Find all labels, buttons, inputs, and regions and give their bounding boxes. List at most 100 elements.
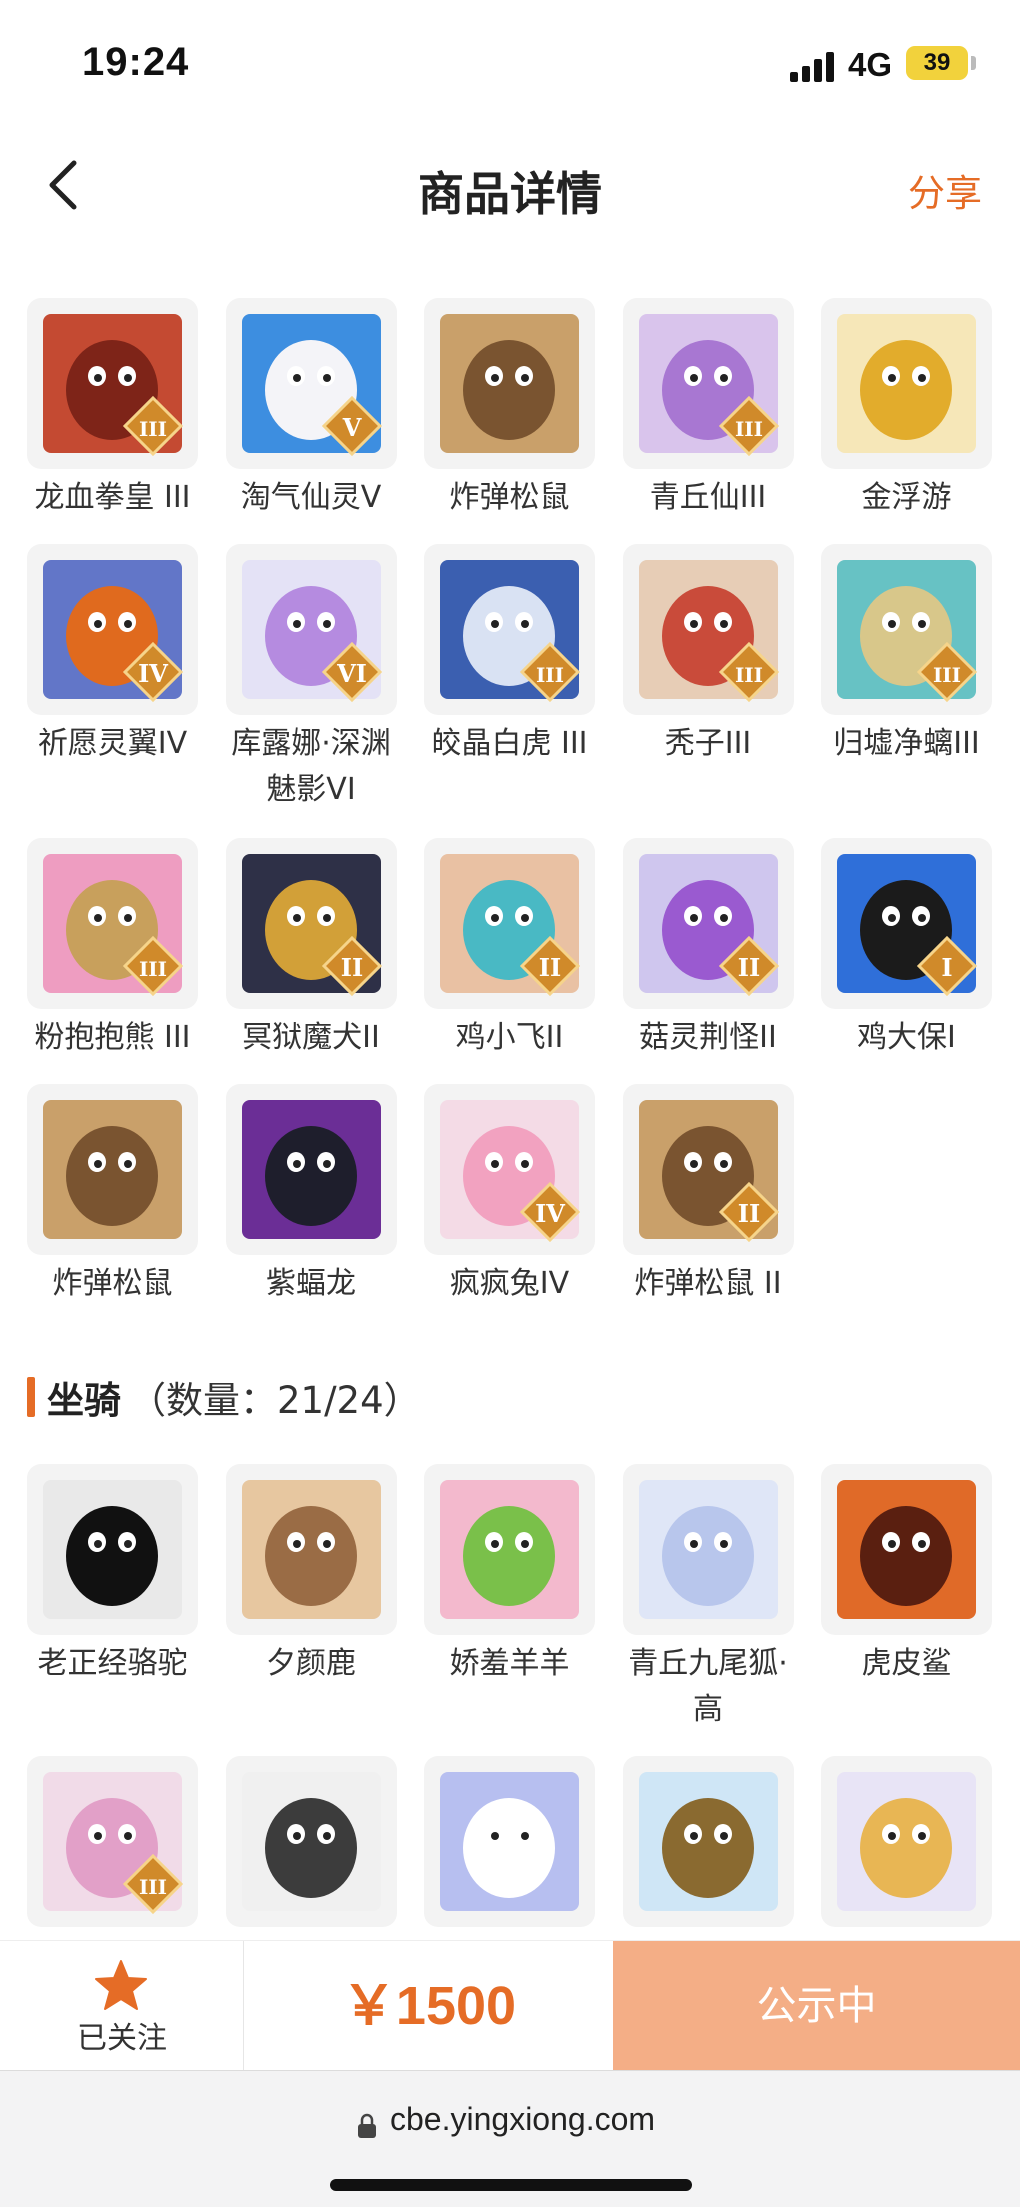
item-artwork-icon — [837, 314, 976, 453]
item-thumbnail — [225, 1464, 397, 1635]
rank-badge: III — [933, 663, 961, 687]
item-artwork-icon: II — [638, 854, 779, 997]
rank-badge: I — [941, 953, 952, 982]
item-thumbnail: III — [424, 544, 595, 715]
item-thumbnail — [27, 1084, 198, 1255]
skin-tile[interactable]: II 菇灵荆怪II — [622, 838, 794, 1061]
network-type: 4G — [848, 46, 893, 83]
url-text: cbe.yingxiong.com — [390, 2101, 656, 2137]
item-label: 炸弹松鼠 — [449, 480, 570, 515]
rank-badge: IV — [535, 1199, 565, 1228]
item-artwork-icon: III — [43, 1772, 184, 1915]
item-label: 青丘仙III — [649, 480, 767, 515]
mount-tile[interactable] — [424, 1756, 595, 1927]
item-artwork-icon — [43, 1100, 182, 1239]
section-accent-bar — [27, 1377, 35, 1417]
skin-tile[interactable]: IV 祈愿灵翼IV — [27, 544, 198, 767]
rank-badge: III — [139, 1875, 167, 1899]
item-thumbnail — [424, 298, 595, 469]
item-label: 紫蝠龙 — [266, 1266, 356, 1301]
item-thumbnail — [225, 1084, 397, 1255]
price: ￥1500 — [341, 1976, 517, 2036]
battery-icon: 39 — [906, 46, 968, 80]
home-indicator — [330, 2179, 692, 2191]
rank-badge: II — [340, 953, 362, 982]
skin-tile[interactable]: IV 疯疯兔IV — [424, 1084, 595, 1307]
rank-badge: II — [737, 1199, 759, 1228]
item-label: 皎晶白虎 III — [431, 726, 588, 761]
item-label: 冥狱魔犬II — [242, 1020, 380, 1055]
mount-tile[interactable] — [622, 1756, 794, 1927]
skin-tile[interactable]: III 秃子III — [622, 544, 794, 767]
skin-tile[interactable]: III 龙血拳皇 III — [27, 298, 198, 521]
skin-tile[interactable]: I 鸡大保I — [821, 838, 992, 1061]
mount-tile[interactable]: 老正经骆驼 — [27, 1464, 198, 1687]
skin-tile[interactable]: II 冥狱魔犬II — [225, 838, 397, 1061]
item-thumbnail: III — [821, 544, 992, 715]
item-thumbnail: III — [27, 838, 198, 1009]
item-thumbnail: II — [225, 838, 397, 1009]
mount-tile[interactable]: 夕颜鹿 — [225, 1464, 397, 1687]
item-thumbnail: V — [225, 298, 397, 469]
item-label: 淘气仙灵V — [240, 480, 382, 515]
item-thumbnail — [622, 1464, 794, 1635]
mount-tile[interactable]: 青丘九尾狐·高 — [622, 1464, 794, 1733]
status-button[interactable]: 公示中 — [613, 1941, 1020, 2071]
item-artwork-icon: III — [837, 560, 978, 703]
skin-tile[interactable]: II 鸡小飞II — [424, 838, 595, 1061]
skin-tile[interactable]: 紫蝠龙 — [225, 1084, 397, 1307]
skin-tile[interactable]: 炸弹松鼠 — [424, 298, 595, 521]
battery-tip — [971, 56, 976, 70]
skin-tile[interactable]: II 炸弹松鼠 II — [622, 1084, 794, 1307]
item-artwork-icon: III — [440, 560, 581, 703]
rank-badge: IV — [138, 659, 168, 688]
page-header: 商品详情 分享 — [0, 130, 1020, 240]
item-artwork-icon: I — [837, 854, 978, 997]
rank-badge: III — [734, 663, 762, 687]
item-artwork-icon: III — [638, 560, 779, 703]
item-label: 粉抱抱熊 III — [34, 1020, 191, 1055]
skin-tile[interactable]: VI 库露娜·深渊魅影VI — [225, 544, 397, 813]
skin-tile[interactable]: 炸弹松鼠 — [27, 1084, 198, 1307]
mount-tile[interactable]: 虎皮鲨 — [821, 1464, 992, 1687]
follow-label: 已关注 — [77, 2021, 167, 2056]
skin-tile[interactable]: V 淘气仙灵V — [225, 298, 397, 521]
rank-badge: VI — [336, 659, 367, 688]
item-artwork-icon — [241, 1480, 381, 1619]
item-label: 金浮游 — [861, 480, 952, 515]
skin-tile[interactable]: 金浮游 — [821, 298, 992, 521]
item-artwork-icon — [241, 1772, 381, 1911]
item-artwork-icon: II — [440, 854, 581, 997]
item-label: 虎皮鲨 — [861, 1646, 952, 1681]
item-thumbnail: III — [622, 544, 794, 715]
item-thumbnail: III — [27, 1756, 198, 1927]
mount-tile[interactable]: III — [27, 1756, 198, 1927]
item-label: 炸弹松鼠 II — [634, 1266, 782, 1301]
item-artwork-icon — [638, 1480, 778, 1619]
skin-tile[interactable]: III 粉抱抱熊 III — [27, 838, 198, 1061]
browser-address-bar[interactable]: cbe.yingxiong.com — [0, 2070, 1020, 2207]
mount-tile[interactable] — [821, 1756, 992, 1927]
item-label: 青丘九尾狐·高 — [628, 1646, 788, 1727]
skin-tile[interactable]: III 青丘仙III — [622, 298, 794, 521]
item-thumbnail: VI — [225, 544, 397, 715]
item-artwork-icon: IV — [440, 1100, 581, 1243]
item-label: 娇羞羊羊 — [449, 1646, 570, 1681]
item-artwork-icon: IV — [43, 560, 184, 703]
rank-badge: III — [139, 417, 167, 441]
item-artwork-icon — [43, 1480, 182, 1619]
item-artwork-icon — [638, 1772, 778, 1911]
skin-tile[interactable]: III 皎晶白虎 III — [424, 544, 595, 767]
mount-tile[interactable] — [225, 1756, 397, 1927]
share-button[interactable]: 分享 — [908, 163, 982, 217]
rank-badge: II — [737, 953, 759, 982]
skin-tile[interactable]: III 归墟净螭III — [821, 544, 992, 767]
item-label: 疯疯兔IV — [449, 1266, 570, 1301]
item-artwork-icon: V — [241, 314, 382, 457]
item-label: 菇灵荆怪II — [639, 1020, 777, 1055]
mount-tile[interactable]: 娇羞羊羊 — [424, 1464, 595, 1687]
follow-button[interactable]: 已关注 — [0, 1941, 244, 2071]
status-time: 19:24 — [82, 40, 190, 84]
rank-badge: III — [536, 663, 564, 687]
item-thumbnail: II — [622, 1084, 794, 1255]
